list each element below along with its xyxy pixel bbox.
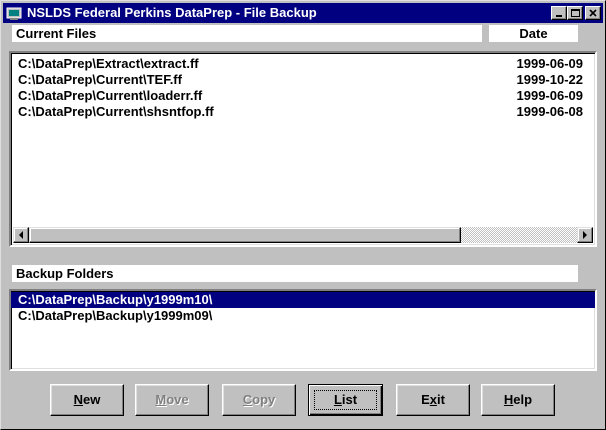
new-button-label: ew — [83, 392, 101, 407]
folder-row-selected[interactable]: C:\DataPrep\Backup\y1999m10\ — [11, 292, 595, 308]
new-button-mnemonic: N — [73, 392, 84, 407]
title-bar[interactable]: NSLDS Federal Perkins DataPrep - File Ba… — [3, 3, 603, 23]
file-date: 1999-06-09 — [516, 88, 584, 103]
move-button-mnemonic: M — [155, 392, 167, 407]
scroll-left-button[interactable] — [13, 227, 29, 243]
folder-path: C:\DataPrep\Backup\y1999m10\ — [18, 292, 213, 307]
minimize-button[interactable] — [551, 6, 567, 20]
maximize-button[interactable] — [567, 6, 583, 20]
close-button[interactable] — [585, 6, 601, 20]
horizontal-scrollbar[interactable] — [13, 227, 593, 243]
help-button-label: elp — [513, 392, 533, 407]
backup-folders-header: Backup Folders — [12, 265, 578, 282]
current-files-list[interactable]: C:\DataPrep\Extract\extract.ff 1999-06-0… — [9, 51, 597, 247]
current-files-header: Current Files — [12, 25, 482, 42]
copy-button[interactable]: Copy — [222, 384, 296, 416]
file-date: 1999-06-09 — [516, 56, 584, 71]
exit-button-label-end: it — [436, 392, 445, 407]
file-row[interactable]: C:\DataPrep\Current\loaderr.ff 1999-06-0… — [11, 88, 593, 104]
file-row[interactable]: C:\DataPrep\Current\TEF.ff 1999-10-22 — [11, 72, 593, 88]
move-button-label: ove — [166, 392, 189, 407]
help-button-mnemonic: H — [503, 392, 514, 407]
scrollbar-thumb[interactable] — [29, 227, 461, 243]
arrow-right-icon — [583, 231, 587, 239]
exit-button-mnemonic: x — [429, 392, 437, 407]
file-row[interactable]: C:\DataPrep\Current\shsntfop.ff 1999-06-… — [11, 104, 593, 120]
file-row[interactable]: C:\DataPrep\Extract\extract.ff 1999-06-0… — [11, 56, 593, 72]
file-backup-window: NSLDS Federal Perkins DataPrep - File Ba… — [0, 0, 606, 430]
copy-button-mnemonic: C — [242, 392, 253, 407]
date-column-header[interactable]: Date — [489, 25, 578, 42]
folder-row[interactable]: C:\DataPrep\Backup\y1999m09\ — [11, 308, 595, 324]
window-title: NSLDS Federal Perkins DataPrep - File Ba… — [27, 5, 317, 20]
backup-folders-list[interactable]: C:\DataPrep\Backup\y1999m10\ C:\DataPrep… — [9, 289, 597, 371]
list-button[interactable]: List — [308, 384, 383, 416]
file-path: C:\DataPrep\Current\shsntfop.ff — [18, 104, 214, 119]
exit-button[interactable]: Exit — [396, 384, 470, 416]
focus-rectangle — [314, 390, 377, 410]
arrow-left-icon — [19, 231, 23, 239]
help-button[interactable]: Help — [481, 384, 555, 416]
file-path: C:\DataPrep\Extract\extract.ff — [18, 56, 199, 71]
move-button[interactable]: Move — [135, 384, 209, 416]
app-icon[interactable] — [6, 5, 22, 21]
file-path: C:\DataPrep\Current\loaderr.ff — [18, 88, 203, 103]
file-date: 1999-10-22 — [516, 72, 584, 87]
exit-button-label-start: E — [421, 392, 430, 407]
new-button[interactable]: New — [50, 384, 124, 416]
copy-button-label: opy — [252, 392, 276, 407]
file-path: C:\DataPrep\Current\TEF.ff — [18, 72, 182, 87]
scroll-right-button[interactable] — [577, 227, 593, 243]
file-date: 1999-06-08 — [516, 104, 584, 119]
folder-path: C:\DataPrep\Backup\y1999m09\ — [18, 308, 213, 323]
